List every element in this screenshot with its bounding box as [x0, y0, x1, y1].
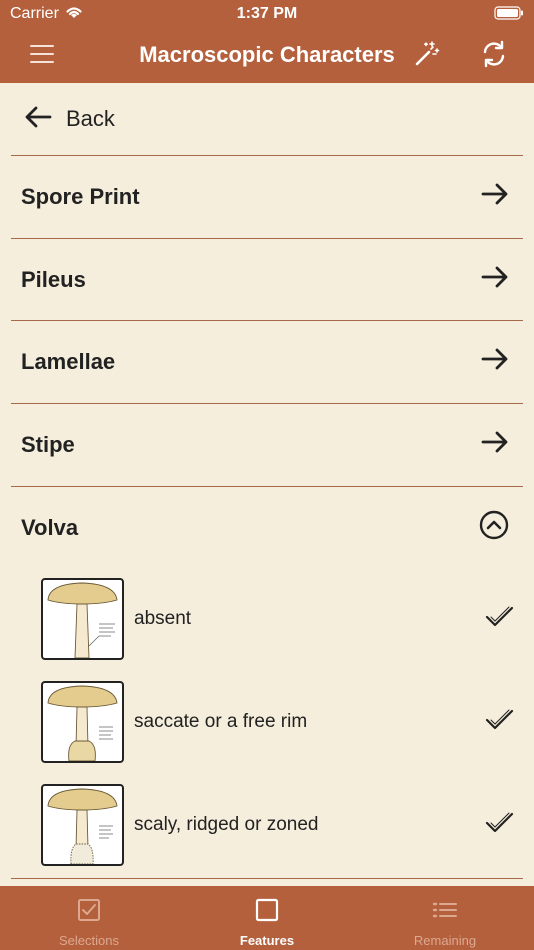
tab-label: Features [239, 933, 295, 948]
section-label: Stipe [21, 431, 75, 457]
mushroom-absent-illustration [41, 578, 124, 660]
tab-remaining[interactable]: Remaining [356, 886, 534, 950]
section-label: Spore Print [21, 183, 140, 209]
refresh-button[interactable] [476, 38, 512, 74]
magic-button[interactable] [409, 38, 445, 74]
battery-icon [494, 6, 524, 25]
tab-features[interactable]: Features [178, 886, 356, 950]
tab-label: Selections [59, 933, 119, 948]
magic-wand-icon [413, 40, 441, 73]
tab-selections[interactable]: Selections [0, 886, 178, 950]
square-icon [255, 898, 279, 927]
arrow-right-icon [481, 182, 509, 211]
mushroom-saccate-illustration [41, 681, 124, 763]
section-pileus[interactable]: Pileus [11, 238, 523, 320]
arrow-left-icon [24, 105, 52, 134]
section-label: Volva [21, 514, 79, 540]
checkbox-icon [77, 898, 101, 927]
tab-label: Remaining [413, 933, 477, 948]
option-label: absent [134, 608, 192, 629]
divider [11, 878, 523, 879]
option-label: saccate or a free rim [134, 711, 308, 732]
arrow-right-icon [481, 265, 509, 294]
list-icon [432, 898, 458, 927]
checkmark-icon [485, 605, 515, 634]
mushroom-scaly-illustration [41, 784, 124, 866]
section-lamellae[interactable]: Lamellae [11, 320, 523, 402]
option-scaly[interactable]: scaly, ridged or zoned [41, 784, 515, 866]
arrow-right-icon [481, 347, 509, 376]
navigation-bar: Macroscopic Characters [0, 28, 534, 83]
section-stipe[interactable]: Stipe [11, 403, 523, 485]
option-saccate[interactable]: saccate or a free rim [41, 681, 515, 763]
arrow-right-icon [481, 430, 509, 459]
back-label: Back [66, 106, 115, 131]
section-label: Lamellae [21, 348, 116, 374]
section-spore-print[interactable]: Spore Print [11, 155, 523, 237]
option-label: scaly, ridged or zoned [134, 814, 319, 835]
section-label: Pileus [21, 266, 86, 292]
section-volva[interactable]: Volva [11, 486, 523, 568]
chevron-up-circle-icon [479, 510, 509, 545]
status-bar: Carrier 1:37 PM [0, 0, 534, 28]
tab-bar: Selections Features Remaining [0, 886, 534, 950]
option-absent[interactable]: absent [41, 578, 515, 660]
page-title: Macroscopic Characters [139, 42, 395, 67]
checkmark-icon [485, 811, 515, 840]
checkmark-icon [485, 708, 515, 737]
back-button[interactable]: Back [0, 83, 534, 155]
refresh-icon [481, 40, 507, 73]
clock: 1:37 PM [236, 5, 298, 22]
